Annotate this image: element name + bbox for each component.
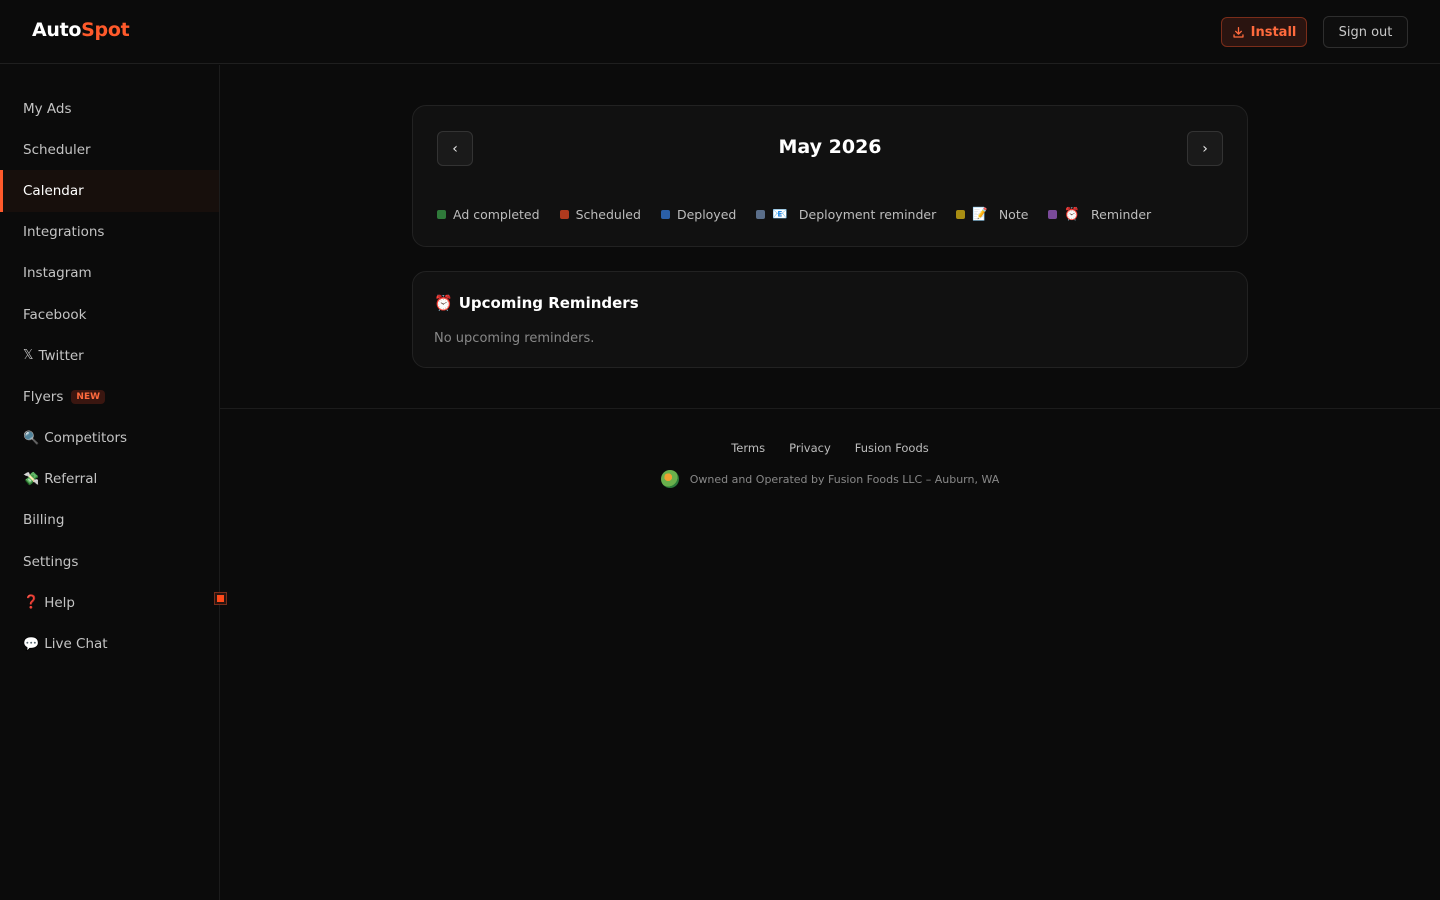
legend-item-deployed: Deployed — [660, 206, 737, 222]
calendar-card: ‹ May 2026 › Ad completed Scheduled Deploy… — [412, 105, 1248, 247]
legend-swatch — [660, 209, 670, 219]
legend-item-scheduled: Scheduled — [559, 206, 641, 222]
sidebar-item-scheduler[interactable]: Scheduler — [0, 129, 219, 170]
sidebar-item-my-ads[interactable]: My Ads — [0, 88, 219, 129]
reminders-title-text: Upcoming Reminders — [458, 294, 639, 312]
legend-label: Deployment reminder — [798, 206, 937, 222]
sidebar-item-label: Scheduler — [23, 141, 91, 158]
footer-link-privacy[interactable]: Privacy — [789, 441, 831, 455]
sign-out-button[interactable]: Sign out — [1323, 16, 1408, 48]
sidebar-item-label: Instagram — [23, 265, 92, 282]
month-title: May 2026 — [778, 136, 882, 158]
sidebar-item-label: Help — [44, 594, 75, 611]
legend-item-note: 📝 Note — [956, 206, 1028, 222]
sidebar-item-referral[interactable]: 💸 Referral — [0, 459, 219, 500]
reminders-card: ⏰ Upcoming Reminders No upcoming reminde… — [412, 271, 1248, 368]
sidebar-item-billing[interactable]: Billing — [0, 500, 219, 541]
sidebar: My Ads Scheduler Calendar Integrations Insta… — [0, 65, 227, 900]
competitors-icon: 🔍 — [23, 430, 40, 446]
company-logo-icon — [660, 470, 679, 488]
footer-owner: Owned and Operated by Fusion Foods LLC –… — [220, 470, 1440, 488]
next-month-button[interactable]: › — [1187, 131, 1223, 166]
sidebar-item-label: Integrations — [23, 224, 105, 241]
handle-square-icon — [217, 595, 224, 602]
legend-label: Reminder — [1091, 206, 1152, 222]
alarm-clock-icon: ⏰ — [434, 294, 453, 312]
new-badge: NEW — [71, 389, 106, 404]
sidebar-item-competitors[interactable]: 🔍 Competitors — [0, 418, 219, 459]
sidebar-nav: My Ads Scheduler Calendar Integrations Insta… — [0, 88, 219, 665]
sidebar-item-twitter[interactable]: 𝕏 Twitter — [0, 335, 219, 376]
legend-swatch — [1048, 209, 1058, 219]
deployment-reminder-icon: 📧 — [772, 206, 788, 221]
sidebar-collapse-handle[interactable] — [214, 592, 227, 605]
note-icon: 📝 — [972, 206, 988, 221]
sidebar-item-label: Billing — [23, 512, 65, 529]
sidebar-item-integrations[interactable]: Integrations — [0, 212, 219, 253]
sidebar-item-label: Flyers — [23, 388, 64, 405]
legend-label: Deployed — [676, 206, 737, 222]
sidebar-item-help[interactable]: ❓ Help — [0, 582, 219, 623]
sidebar-item-label: Competitors — [44, 430, 128, 447]
reminders-empty-text: No upcoming reminders. — [434, 331, 595, 346]
sidebar-item-label: Twitter — [38, 347, 84, 364]
install-button[interactable]: Install — [1221, 17, 1307, 47]
sidebar-item-instagram[interactable]: Instagram — [0, 253, 219, 294]
top-bar: AutoSpot Install Sign out — [0, 0, 1440, 64]
sign-out-label: Sign out — [1338, 24, 1393, 40]
app-logo[interactable]: AutoSpot — [32, 19, 130, 41]
footer-divider — [220, 408, 1440, 409]
legend-swatch — [437, 209, 446, 219]
install-label: Install — [1250, 24, 1297, 40]
sidebar-item-live-chat[interactable]: 💬 Live Chat — [0, 623, 219, 664]
logo-text-accent: Spot — [81, 19, 130, 41]
sidebar-item-label: My Ads — [23, 100, 72, 117]
sidebar-item-label: Calendar — [23, 182, 84, 199]
download-icon — [1233, 26, 1244, 38]
live-chat-icon: 💬 — [23, 636, 40, 652]
legend-label: Ad completed — [453, 206, 540, 222]
sidebar-item-label: Referral — [44, 471, 98, 488]
sidebar-item-label: Facebook — [23, 306, 87, 323]
sidebar-item-calendar[interactable]: Calendar — [0, 170, 219, 212]
legend-swatch — [756, 209, 766, 219]
legend-label: Note — [998, 206, 1029, 222]
referral-icon: 💸 — [23, 471, 40, 487]
legend-item-reminder: ⏰ Reminder — [1048, 206, 1151, 222]
sidebar-item-label: Settings — [23, 553, 79, 570]
legend-item-deployment-reminder: 📧 Deployment reminder — [756, 206, 936, 222]
legend-swatch — [559, 209, 569, 219]
footer-link-fusion-foods[interactable]: Fusion Foods — [855, 441, 929, 455]
legend-swatch — [956, 209, 966, 219]
sidebar-item-settings[interactable]: Settings — [0, 541, 219, 582]
footer-links: Terms Privacy Fusion Foods — [220, 441, 1440, 455]
reminders-title: ⏰ Upcoming Reminders — [434, 294, 639, 312]
logo-text-primary: Auto — [32, 19, 82, 41]
calendar-legend: Ad completed Scheduled Deployed 📧 Deployment… — [437, 206, 1151, 222]
help-icon: ❓ — [23, 595, 40, 611]
reminder-icon: ⏰ — [1064, 206, 1080, 221]
owner-text: Owned and Operated by Fusion Foods LLC –… — [689, 472, 1000, 486]
chevron-right-icon: › — [1202, 140, 1208, 157]
footer-link-terms[interactable]: Terms — [731, 441, 765, 455]
legend-label: Scheduled — [575, 206, 641, 222]
sidebar-item-flyers[interactable]: Flyers NEW — [0, 376, 219, 417]
sidebar-item-facebook[interactable]: Facebook — [0, 294, 219, 335]
sidebar-item-label: Live Chat — [44, 636, 108, 653]
twitter-icon: 𝕏 — [23, 348, 34, 364]
legend-item-ad-completed: Ad completed — [437, 206, 540, 222]
